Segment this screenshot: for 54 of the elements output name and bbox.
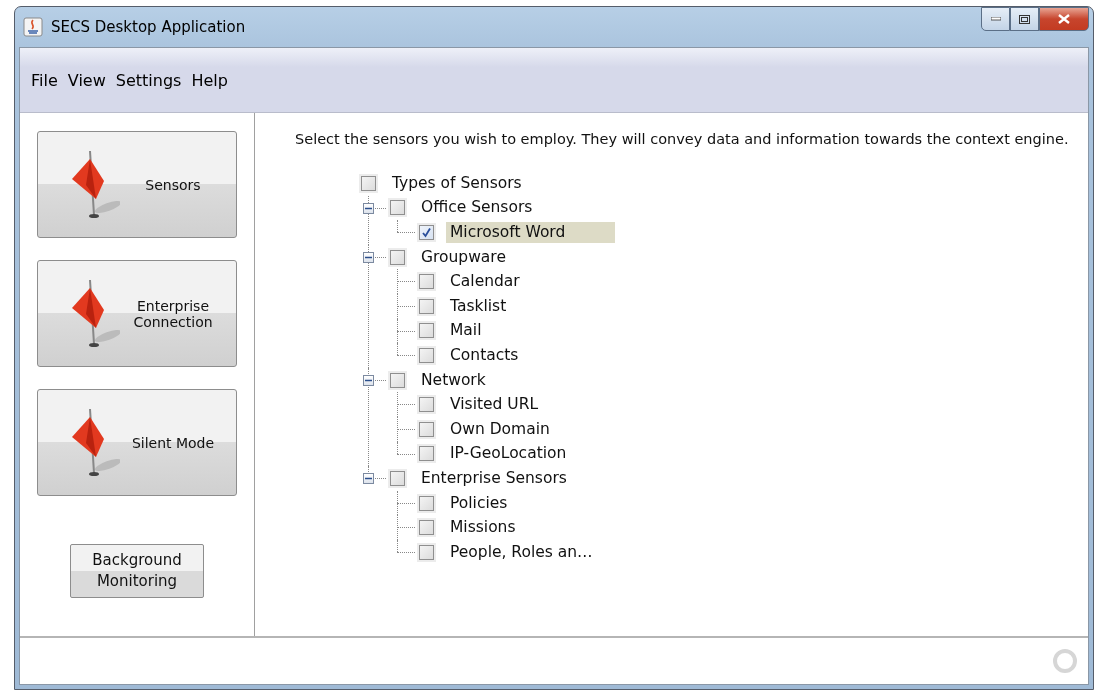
checkbox[interactable]: [419, 544, 434, 560]
checkbox[interactable]: [419, 347, 434, 363]
sidebar-button[interactable]: Enterprise Connection: [37, 260, 237, 367]
menu-item[interactable]: File: [26, 70, 63, 90]
checkbox[interactable]: [419, 397, 434, 413]
tree-item[interactable]: Network: [417, 369, 490, 391]
checkbox[interactable]: [390, 372, 405, 388]
menu-item[interactable]: Settings: [110, 70, 187, 90]
tree-item[interactable]: Office Sensors: [417, 197, 537, 219]
checkbox[interactable]: [390, 470, 405, 486]
instruction-text: Select the sensors you wish to employ. They will convey data and information towards the context engine.: [295, 131, 1070, 147]
checkbox[interactable]: [390, 200, 405, 216]
tree-item[interactable]: Mail: [446, 320, 486, 342]
app-icon: [23, 17, 43, 37]
tree-item[interactable]: Own Domain: [446, 418, 554, 440]
checkbox[interactable]: [419, 421, 434, 437]
tree-item[interactable]: Missions: [446, 517, 520, 539]
collapse-toggle[interactable]: [363, 473, 374, 485]
tree-item[interactable]: Calendar: [446, 271, 524, 293]
collapse-toggle[interactable]: [363, 202, 374, 214]
minimize-button[interactable]: [981, 7, 1010, 31]
menu-item[interactable]: Help: [186, 70, 233, 90]
checkbox[interactable]: [390, 249, 405, 265]
menu-item[interactable]: View: [62, 70, 111, 90]
maximize-icon: [1019, 14, 1030, 24]
checkbox[interactable]: [419, 446, 434, 462]
tree-item[interactable]: Tasklist: [446, 295, 511, 317]
window-title: SECS Desktop Application: [51, 18, 246, 36]
tree-item[interactable]: Types of Sensors: [388, 172, 526, 194]
checkbox[interactable]: [419, 225, 434, 240]
tree-item[interactable]: Microsoft Word: [446, 222, 616, 243]
minimize-icon: [990, 17, 1001, 21]
background-monitoring-button[interactable]: Background Monitoring: [70, 544, 204, 598]
sidebar-button[interactable]: Sensors: [37, 131, 237, 238]
tree-item[interactable]: Enterprise Sensors: [417, 467, 571, 489]
maximize-button[interactable]: [1010, 7, 1039, 31]
tree-item[interactable]: IP-GeoLocation: [446, 443, 571, 465]
checkbox[interactable]: [419, 520, 434, 536]
tree-item[interactable]: People, Roles an…: [446, 541, 597, 563]
tree-item[interactable]: Policies: [446, 492, 512, 514]
checkbox[interactable]: [419, 274, 434, 290]
checkbox[interactable]: [419, 323, 434, 339]
close-button[interactable]: [1039, 7, 1089, 31]
spinner-icon: [1052, 648, 1078, 674]
tree-item[interactable]: Groupware: [417, 246, 510, 268]
collapse-toggle[interactable]: [363, 251, 374, 263]
tree-item[interactable]: Visited URL: [446, 394, 543, 416]
sidebar-button[interactable]: Silent Mode: [37, 389, 237, 496]
collapse-toggle[interactable]: [363, 374, 374, 386]
checkbox[interactable]: [419, 495, 434, 511]
tree-item[interactable]: Contacts: [446, 344, 523, 366]
checkbox[interactable]: [419, 298, 434, 314]
close-icon: [1058, 14, 1070, 24]
checkbox[interactable]: [361, 175, 376, 191]
